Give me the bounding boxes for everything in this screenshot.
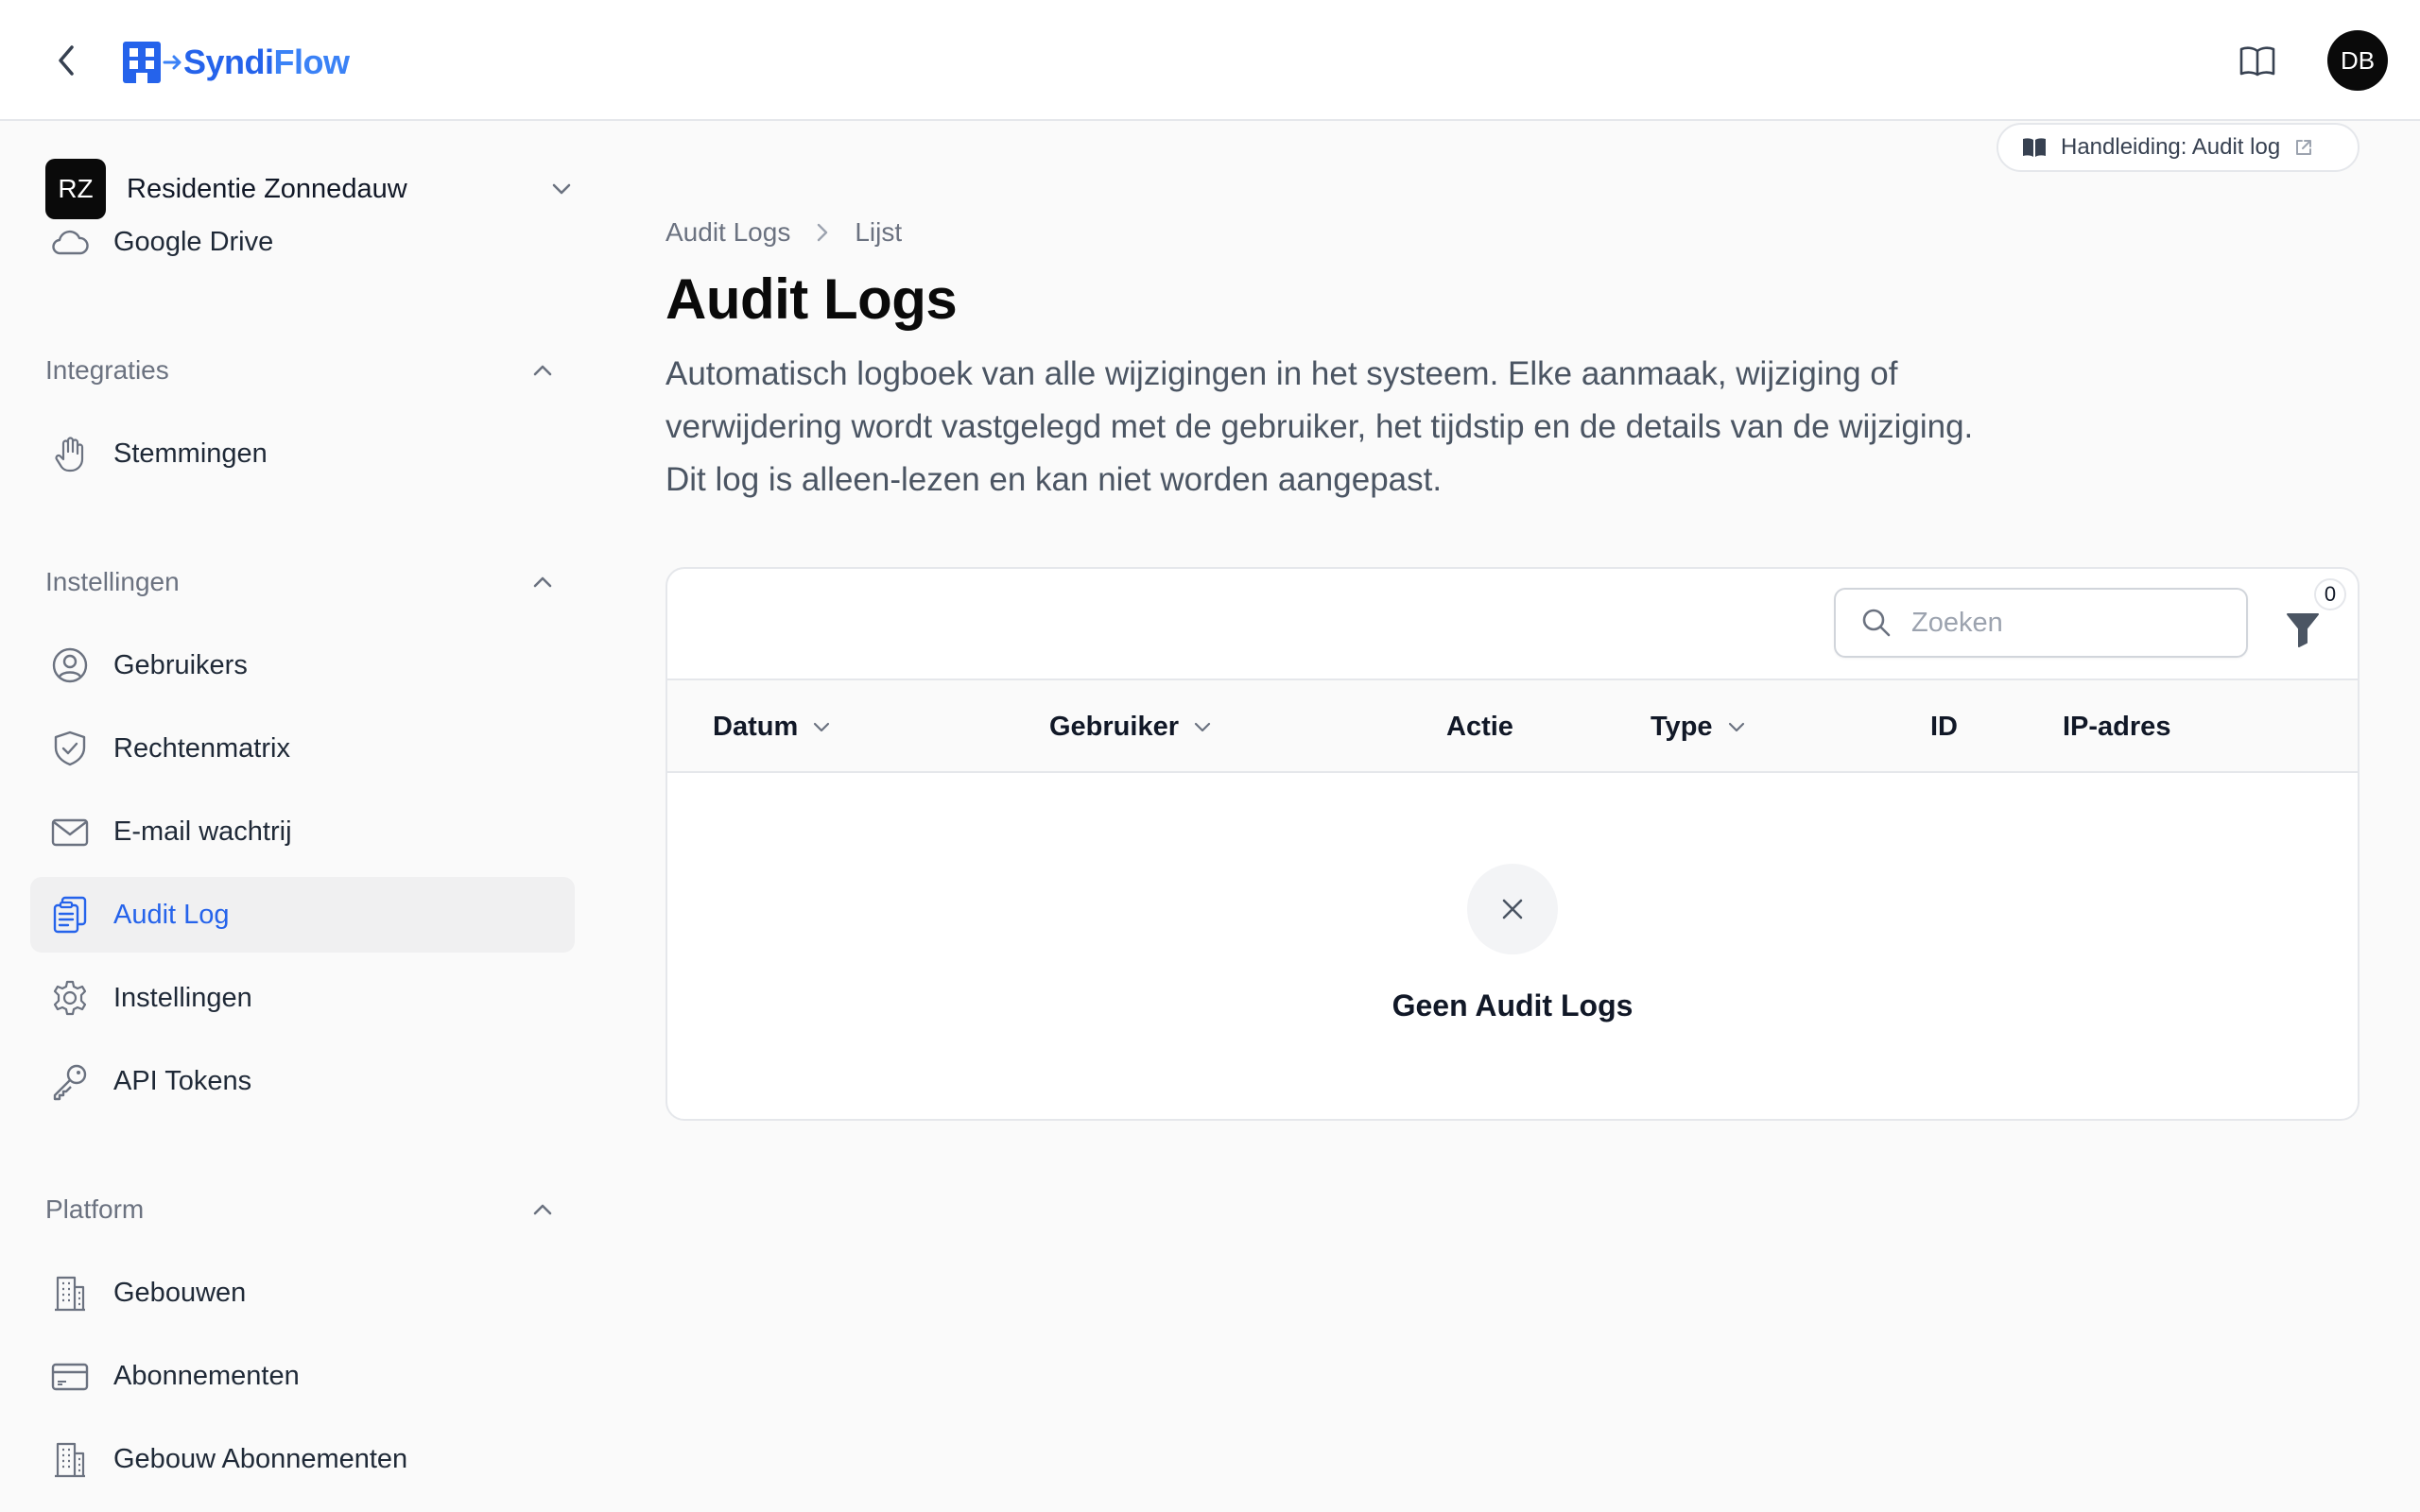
chevron-down-icon <box>1192 716 1213 737</box>
sidebar-item-audit-log[interactable]: Audit Log <box>30 877 575 953</box>
group-header-platform[interactable]: Platform <box>45 1187 556 1232</box>
tenant-name: Residentie Zonnedauw <box>127 173 407 204</box>
column-header-ip-adres: IP-adres <box>2063 711 2171 742</box>
group-label: Integraties <box>45 355 169 385</box>
book-open-icon <box>2239 46 2275 77</box>
sidebar-item-label: Abonnementen <box>113 1360 300 1391</box>
group-header-instellingen[interactable]: Instellingen <box>45 559 556 605</box>
user-avatar[interactable]: DB <box>2327 30 2388 91</box>
sidebar-item-email-wachtrij[interactable]: E-mail wachtrij <box>30 794 575 869</box>
table-toolbar: 0 <box>667 569 2358 680</box>
clipboard-list-icon <box>49 894 91 936</box>
back-button[interactable] <box>45 38 87 83</box>
breadcrumb-item-lijst: Lijst <box>855 217 903 247</box>
group-label: Instellingen <box>45 567 180 596</box>
column-header-datum[interactable]: Datum <box>713 680 832 773</box>
chevron-up-icon <box>533 576 552 588</box>
tenant-badge: RZ <box>45 159 106 219</box>
sidebar-item-label: Gebruikers <box>113 649 248 680</box>
shield-check-icon <box>49 728 91 769</box>
guide-link-button[interactable]: Handleiding: Audit log <box>1996 123 2360 172</box>
top-bar: SyndiFlow DB <box>0 0 2420 121</box>
filter-button[interactable] <box>2274 601 2331 658</box>
hand-icon <box>49 433 91 474</box>
column-header-gebruiker[interactable]: Gebruiker <box>1049 680 1213 773</box>
sidebar-item-label: Rechtenmatrix <box>113 732 290 764</box>
tenant-switcher[interactable]: RZ Residentie Zonnedauw <box>45 159 575 219</box>
sidebar: RZ Residentie Zonnedauw Google Drive Int… <box>0 123 605 1512</box>
table-header: Datum Gebruiker Actie Type ID IP-adres <box>667 680 2358 773</box>
sidebar-item-abonnementen[interactable]: Abonnementen <box>30 1338 575 1414</box>
page-title: Audit Logs <box>666 267 958 331</box>
sidebar-item-label: Stemmingen <box>113 438 268 469</box>
group-header-integraties[interactable]: Integraties <box>45 348 556 393</box>
app-logo[interactable]: SyndiFlow <box>121 38 350 87</box>
chevron-down-icon <box>552 183 571 195</box>
user-circle-icon <box>49 644 91 686</box>
chevron-left-icon <box>59 45 74 76</box>
sidebar-item-api-tokens[interactable]: API Tokens <box>30 1043 575 1119</box>
sidebar-item-instellingen[interactable]: Instellingen <box>30 960 575 1036</box>
sidebar-item-label: Gebouwen <box>113 1277 247 1308</box>
sidebar-item-label: Gebouw Abonnementen <box>113 1443 408 1474</box>
documentation-button[interactable] <box>2237 40 2278 81</box>
key-icon <box>49 1060 91 1102</box>
chevron-up-icon <box>533 365 552 376</box>
sidebar-item-label: Audit Log <box>113 899 230 930</box>
guide-link-label: Handleiding: Audit log <box>2061 134 2281 160</box>
column-header-actie: Actie <box>1446 711 1513 742</box>
credit-card-icon <box>49 1355 91 1397</box>
building-icon <box>49 1438 91 1480</box>
chevron-down-icon <box>1726 716 1747 737</box>
sidebar-item-gebouwen[interactable]: Gebouwen <box>30 1255 575 1331</box>
sidebar-item-gebruikers[interactable]: Gebruikers <box>30 627 575 703</box>
column-header-id: ID <box>1930 711 1958 742</box>
empty-state: Geen Audit Logs <box>667 773 2358 1119</box>
building-icon <box>49 1272 91 1314</box>
search-icon <box>1862 609 1891 637</box>
sidebar-item-rechtenmatrix[interactable]: Rechtenmatrix <box>30 711 575 786</box>
envelope-icon <box>49 811 91 852</box>
sidebar-item-label: Google Drive <box>113 226 274 257</box>
search-input[interactable] <box>1911 607 2233 639</box>
empty-state-title: Geen Audit Logs <box>1392 988 1634 1022</box>
sidebar-item-gebouw-abonnementen[interactable]: Gebouw Abonnementen <box>30 1421 575 1497</box>
x-mark-icon <box>1467 864 1558 954</box>
filter-count-badge: 0 <box>2314 578 2346 610</box>
cog-icon <box>49 977 91 1019</box>
audit-log-table: 0 Datum Gebruiker Actie Type ID IP-adres… <box>666 567 2360 1121</box>
chevron-down-icon <box>811 716 832 737</box>
sidebar-item-label: API Tokens <box>113 1065 252 1096</box>
funnel-icon <box>2287 613 2319 647</box>
chevron-up-icon <box>533 1204 552 1215</box>
external-link-icon <box>2296 140 2312 155</box>
cloud-icon <box>49 221 91 263</box>
breadcrumb: Audit Logs Lijst <box>666 214 902 251</box>
sidebar-item-stemmingen[interactable]: Stemmingen <box>30 416 575 491</box>
search-box[interactable] <box>1834 588 2248 658</box>
column-header-type[interactable]: Type <box>1651 680 1747 773</box>
logo-text: SyndiFlow <box>183 43 350 81</box>
sidebar-item-label: Instellingen <box>113 982 252 1013</box>
breadcrumb-item-audit-logs[interactable]: Audit Logs <box>666 217 790 248</box>
chevron-right-icon <box>813 221 832 244</box>
sidebar-item-label: E-mail wachtrij <box>113 816 292 847</box>
group-label: Platform <box>45 1194 145 1224</box>
building-logo-icon <box>123 42 182 83</box>
page-description: Automatisch logboek van alle wijzigingen… <box>666 355 1974 498</box>
book-icon <box>2023 138 2046 157</box>
